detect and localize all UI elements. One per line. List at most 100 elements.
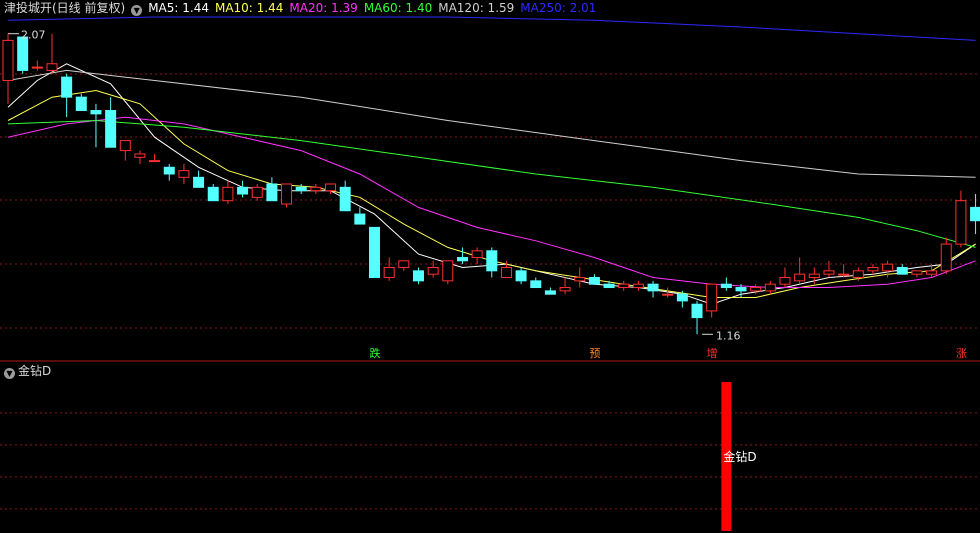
candle: [90, 103, 102, 148]
candle: [515, 267, 527, 285]
candle-body: [896, 266, 908, 275]
candle: [369, 226, 380, 279]
candle-body: [662, 293, 674, 296]
candle: [588, 274, 600, 285]
candle-body: [61, 76, 73, 98]
candle: [31, 60, 43, 71]
candle: [75, 93, 87, 112]
candle-body: [970, 206, 980, 222]
candle-body: [735, 287, 747, 292]
candle: [544, 287, 556, 295]
candle-body: [779, 277, 791, 285]
candle-body: [574, 277, 586, 282]
ma-legend-item: MA120: 1.59: [438, 1, 515, 15]
candlesticks[interactable]: [2, 33, 980, 335]
candle: [178, 163, 190, 184]
candle: [2, 33, 14, 104]
candle-body: [442, 260, 454, 282]
candle-body: [706, 283, 718, 312]
candle: [281, 183, 293, 208]
candle-body: [17, 36, 29, 71]
candle: [251, 183, 263, 201]
candle-body: [178, 170, 190, 178]
candle: [940, 237, 952, 275]
candle-body: [163, 166, 175, 175]
ma-legend-item: MA10: 1.44: [214, 1, 284, 15]
ma-legend: MA5: 1.44 MA10: 1.44 MA20: 1.39 MA60: 1.40 M…: [148, 1, 602, 15]
ma-line-ma250: [7, 16, 976, 41]
candle-body: [266, 183, 278, 202]
candle: [149, 153, 161, 163]
candle: [193, 170, 205, 188]
marker-0: 跌: [369, 347, 381, 360]
candle-body: [281, 183, 293, 205]
candle-body: [911, 270, 923, 275]
candle: [119, 140, 131, 161]
candle-body: [325, 183, 337, 192]
candle-body: [838, 273, 850, 276]
candle: [398, 260, 410, 271]
candle-body: [339, 186, 351, 212]
candle: [339, 180, 351, 212]
candle-body: [383, 266, 395, 279]
candle: [764, 280, 776, 295]
candle-body: [2, 39, 14, 81]
chevron-down-icon[interactable]: ▼: [4, 368, 15, 379]
candle-body: [676, 293, 688, 302]
candle: [486, 247, 498, 278]
ma-legend-item: MA250: 2.01: [520, 1, 597, 15]
candle: [222, 180, 234, 205]
candle-body: [632, 283, 644, 289]
candle: [134, 150, 146, 164]
candle: [17, 36, 29, 74]
candle-body: [647, 283, 659, 292]
candle-body: [427, 266, 439, 275]
candle: [266, 177, 278, 202]
chart-canvas[interactable]: 2.07 1.16 金钻D: [0, 0, 980, 533]
marker-1: 预: [589, 347, 601, 360]
candle-body: [105, 110, 117, 148]
price-annotations: 2.07 1.16: [8, 29, 741, 342]
sub-panel-grid: [0, 412, 980, 510]
candle: [237, 180, 249, 198]
candle-body: [237, 186, 249, 195]
sub-panel-title[interactable]: 金钻D: [18, 364, 51, 378]
chart-header: 津投城开(日线 前复权) ▼ MA5: 1.44 MA10: 1.44 MA20: 1.…: [4, 0, 608, 17]
candle-body: [119, 140, 131, 152]
candle-body: [794, 273, 806, 282]
candle: [354, 207, 366, 225]
candle: [867, 264, 879, 275]
sub-panel-header: ▼ 金钻D: [4, 363, 51, 380]
candle: [838, 264, 850, 278]
candle: [559, 277, 571, 295]
stock-title[interactable]: 津投城开(日线 前复权): [4, 1, 125, 15]
ma-legend-item: MA60: 1.40: [363, 1, 433, 15]
candle-body: [295, 186, 307, 192]
candle: [442, 260, 454, 285]
candle: [823, 260, 835, 278]
candle: [955, 190, 967, 248]
high-price-label: 2.07: [21, 29, 46, 42]
candle-body: [149, 160, 161, 163]
candle: [456, 247, 468, 265]
candle-body: [852, 270, 864, 279]
candle: [647, 280, 659, 298]
candle-body: [207, 186, 219, 202]
candle-body: [486, 250, 498, 272]
ma-line-ma60: [7, 119, 976, 248]
candle-body: [544, 290, 556, 295]
candle-body: [588, 277, 600, 285]
candle: [794, 257, 806, 285]
candle-body: [808, 273, 820, 279]
marker-2: 增: [706, 347, 718, 360]
candle-body: [720, 283, 732, 289]
candle-body: [500, 266, 512, 279]
candle: [412, 267, 424, 285]
candle-body: [193, 176, 205, 188]
candle: [706, 283, 718, 318]
chevron-down-icon[interactable]: ▼: [131, 5, 143, 16]
candle-body: [823, 270, 835, 275]
candle-body: [515, 270, 527, 282]
candle-body: [75, 96, 87, 112]
candle: [574, 267, 586, 288]
